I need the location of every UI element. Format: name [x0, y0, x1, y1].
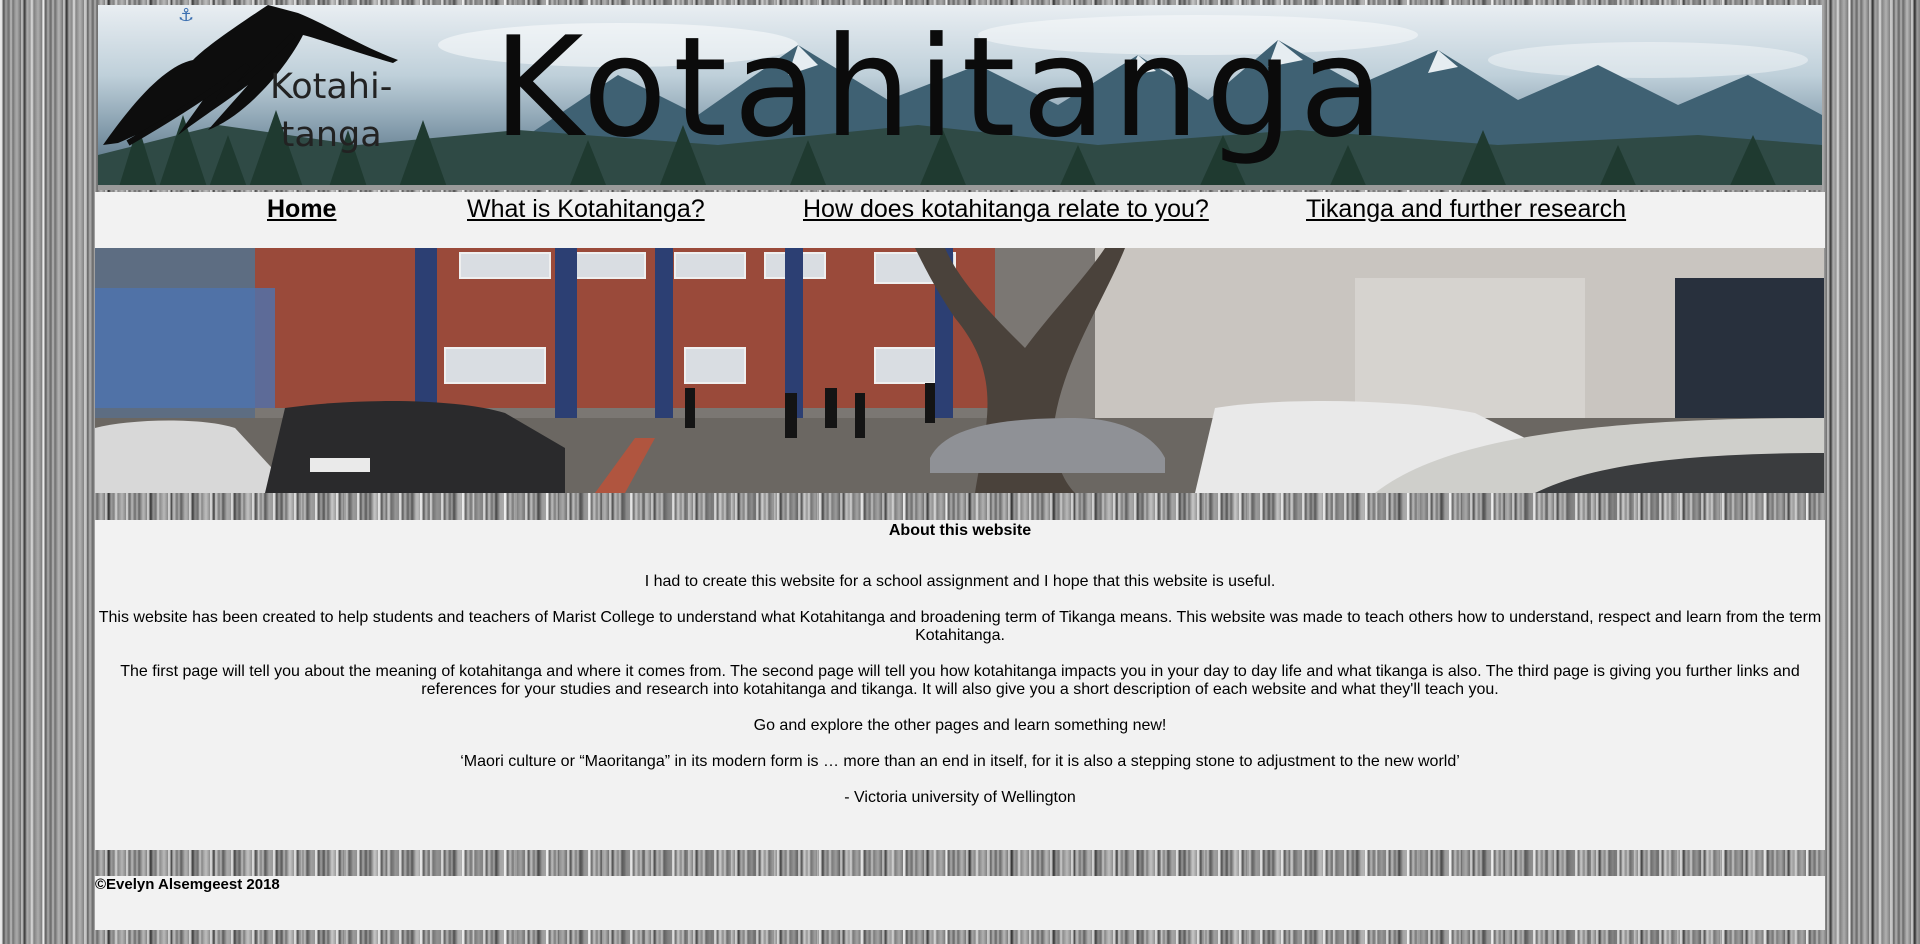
school-courtyard-image	[95, 248, 1824, 493]
nav-link-what-is-kotahitanga[interactable]: What is Kotahitanga?	[467, 192, 705, 226]
main-nav: Home What is Kotahitanga? How does kotah…	[95, 192, 1825, 248]
page-container: ⚓ Kotahi- tanga Kotahitanga Home What is…	[95, 0, 1825, 944]
about-paragraph-purpose-line2: Kotahitanga.	[915, 627, 1005, 644]
about-section: About this website I had to create this …	[95, 520, 1825, 850]
nav-link-tikanga-further-research[interactable]: Tikanga and further research	[1306, 192, 1626, 226]
about-heading: About this website	[888, 522, 1032, 539]
nav-link-how-does-kotahitanga-relate[interactable]: How does kotahitanga relate to you?	[803, 192, 1209, 226]
about-quote: ‘Maori culture or “Maoritanga” in its mo…	[460, 753, 1460, 770]
about-paragraph-intro: I had to create this website for a schoo…	[644, 573, 1276, 590]
about-paragraph-explore: Go and explore the other pages and learn…	[753, 717, 1167, 734]
hero-photo	[95, 248, 1824, 493]
about-paragraph-pages-line2: references for your studies and research…	[421, 681, 1499, 698]
about-quote-attribution: - Victoria university of Wellington	[844, 789, 1076, 806]
site-banner: ⚓ Kotahi- tanga Kotahitanga	[98, 5, 1822, 190]
about-paragraph-purpose-line1: This website has been created to help st…	[98, 609, 1822, 626]
banner-title: Kotahitanga	[493, 7, 1390, 168]
site-footer: ©Evelyn Alsemgeest 2018	[95, 876, 1825, 930]
banner-logo-text: Kotahi- tanga	[270, 67, 393, 155]
nav-link-home[interactable]: Home	[267, 192, 336, 226]
about-paragraph-pages-line1: The first page will tell you about the m…	[120, 663, 1800, 680]
anchor-icon: ⚓	[178, 5, 195, 25]
footer-copyright: ©Evelyn Alsemgeest 2018	[95, 876, 280, 893]
